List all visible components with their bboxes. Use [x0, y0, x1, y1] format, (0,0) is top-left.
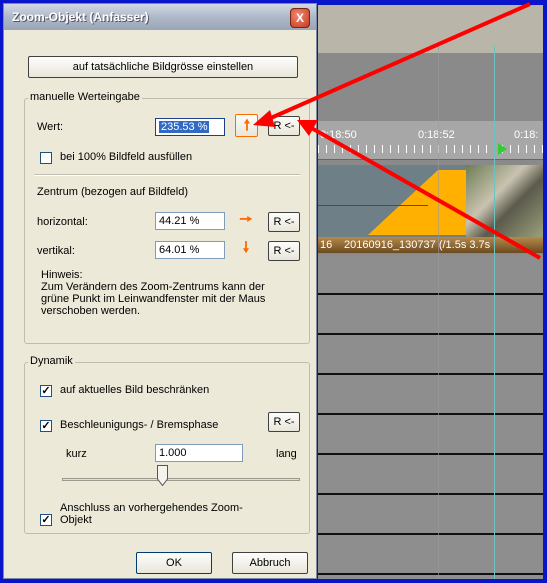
time-ruler[interactable]: 0:18:50 0:18:52 0:18:	[318, 121, 543, 160]
horizontal-input[interactable]: 44.21 %	[155, 212, 225, 230]
clip-name: 20160916_130737 (/1.5s 3.7s	[344, 239, 491, 251]
close-button[interactable]: X	[290, 8, 310, 28]
zoom-curve-ramp[interactable]	[368, 170, 438, 235]
cancel-button[interactable]: Abbruch	[232, 552, 308, 574]
follow-checkbox[interactable]: ✓	[40, 514, 52, 526]
duration-input[interactable]: 1.000	[155, 444, 243, 462]
zoom-object-dialog: Zoom-Objekt (Anfasser) X auf tatsächlich…	[3, 3, 317, 579]
follow-label: Anschluss an vorhergehendes Zoom-Objekt	[60, 502, 243, 526]
timeline-toolbar	[318, 5, 543, 53]
arrow-right-icon: 🠖	[239, 211, 253, 228]
long-label: lang	[276, 448, 297, 460]
dynamics-group-label: Dynamik	[28, 355, 75, 367]
value-label: Wert:	[37, 121, 64, 133]
dialog-title: Zoom-Objekt (Anfasser)	[12, 10, 149, 24]
grid-line	[438, 45, 439, 579]
manual-input-group-label: manuelle Werteingabe	[28, 91, 142, 103]
time-label: 0:18:	[514, 129, 539, 141]
zoom-curve-plateau[interactable]	[438, 170, 466, 235]
fill-label: bei 100% Bildfeld ausfüllen	[60, 151, 193, 163]
actual-size-button[interactable]: auf tatsächliche Bildgrösse einstellen	[28, 56, 298, 78]
reset-vertical-button[interactable]: R <-	[268, 241, 300, 261]
time-label: 0:18:52	[418, 129, 455, 141]
duration-slider-thumb[interactable]	[156, 465, 168, 486]
hint-text: Hinweis: Zum Verändern des Zoom-Zentrums…	[41, 269, 266, 317]
accel-checkbox[interactable]: ✓	[40, 420, 52, 432]
horizontal-label: horizontal:	[37, 216, 88, 228]
reset-horizontal-button[interactable]: R <-	[268, 212, 300, 232]
arrow-up-icon: 🠕	[243, 117, 251, 134]
limit-checkbox[interactable]: ✓	[40, 385, 52, 397]
arrow-down-icon: 🠗	[242, 239, 250, 256]
ruler-ticks	[318, 145, 543, 153]
timeline-background: 0:18:50 0:18:52 0:18: 16 20160916_130737…	[318, 5, 543, 579]
value-input[interactable]: 235.53 %	[155, 118, 225, 136]
vertical-label: vertikal:	[37, 245, 75, 257]
video-clip[interactable]: 16 20160916_130737 (/1.5s 3.7s	[318, 237, 543, 253]
fill-checkbox[interactable]	[40, 152, 52, 164]
reset-duration-button[interactable]: R <-	[268, 412, 300, 432]
video-thumbnail	[466, 165, 543, 237]
vertical-input[interactable]: 64.01 %	[155, 241, 225, 259]
zoom-handle-line[interactable]	[318, 205, 428, 206]
empty-tracks[interactable]	[318, 255, 543, 579]
playhead-line[interactable]	[494, 45, 495, 579]
center-label: Zentrum (bezogen auf Bildfeld)	[37, 186, 189, 198]
zoom-up-button[interactable]: 🠕	[235, 114, 258, 137]
close-icon: X	[295, 11, 304, 25]
ok-button[interactable]: OK	[136, 552, 212, 574]
time-label: 0:18:50	[320, 129, 357, 141]
accel-label: Beschleunigungs- / Bremsphase	[60, 419, 219, 431]
divider	[34, 174, 300, 176]
short-label: kurz	[66, 448, 87, 460]
duration-slider-track[interactable]	[62, 478, 300, 481]
reset-value-button[interactable]: R <-	[268, 116, 300, 136]
playhead-marker-icon[interactable]	[498, 143, 507, 155]
limit-label: auf aktuelles Bild beschränken	[60, 384, 210, 396]
value-text: 235.53 %	[159, 121, 210, 133]
clip-index: 16	[320, 239, 333, 251]
title-bar[interactable]: Zoom-Objekt (Anfasser) X	[4, 4, 316, 30]
